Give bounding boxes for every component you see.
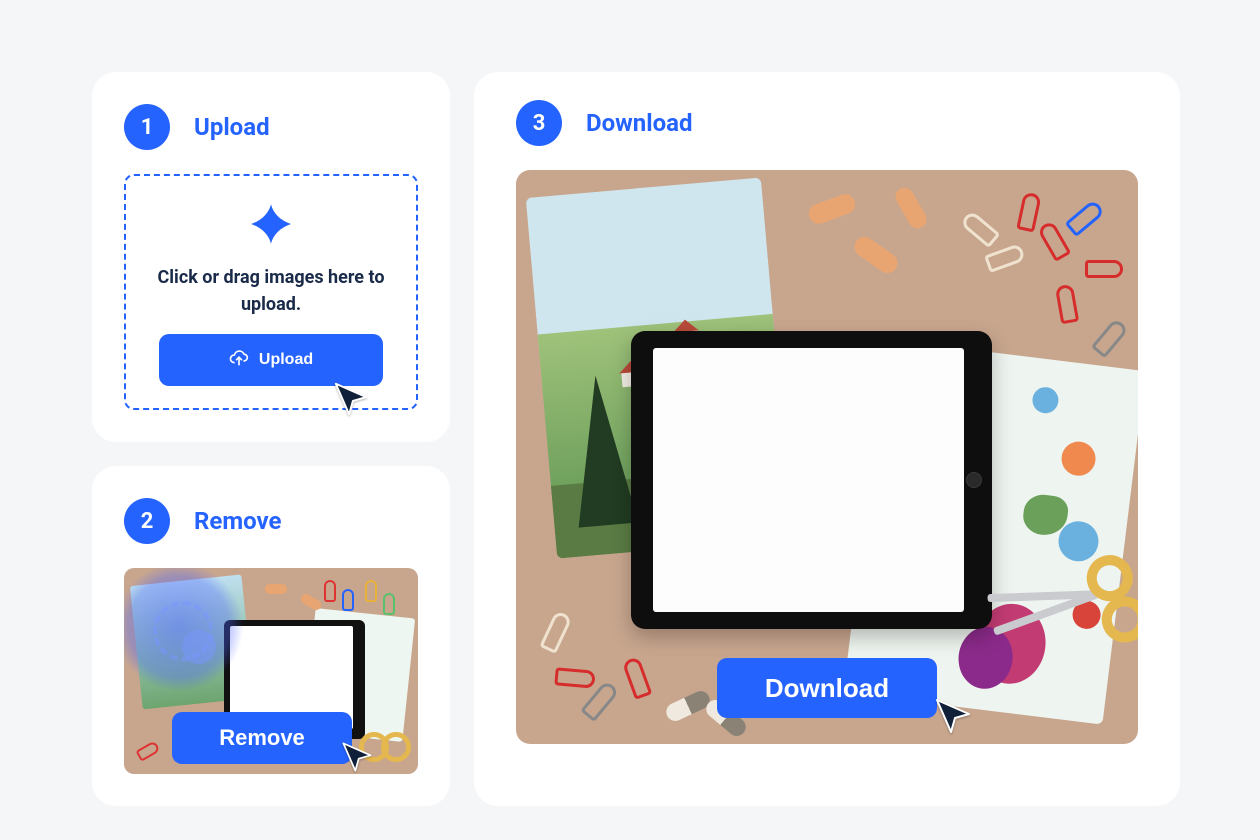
card-upload: 1 Upload Click or drag images here to up…	[92, 72, 450, 442]
card-remove: 2 Remove	[92, 466, 450, 806]
remove-preview: Remove	[124, 568, 418, 774]
remove-button[interactable]: Remove	[172, 712, 352, 764]
download-button[interactable]: Download	[717, 658, 937, 718]
step-title-remove: Remove	[194, 507, 281, 535]
download-button-label: Download	[765, 673, 889, 704]
step-badge-3: 3	[516, 100, 562, 146]
sparkle-plus-icon	[249, 202, 293, 250]
card-download: 3 Download	[474, 72, 1180, 806]
upload-dropzone[interactable]: Click or drag images here to upload. Upl…	[124, 174, 418, 410]
step-title-upload: Upload	[194, 113, 270, 141]
step-header-upload: 1 Upload	[124, 104, 418, 150]
remove-button-label: Remove	[219, 725, 305, 751]
dropzone-text: Click or drag images here to upload.	[146, 264, 396, 318]
step-badge-1: 1	[124, 104, 170, 150]
upload-button-label: Upload	[259, 351, 313, 369]
upload-button[interactable]: Upload	[159, 334, 383, 386]
cloud-upload-icon	[229, 349, 249, 372]
step-header-remove: 2 Remove	[124, 498, 418, 544]
step-badge-2: 2	[124, 498, 170, 544]
step-title-download: Download	[586, 109, 692, 137]
step-header-download: 3 Download	[516, 100, 1138, 146]
